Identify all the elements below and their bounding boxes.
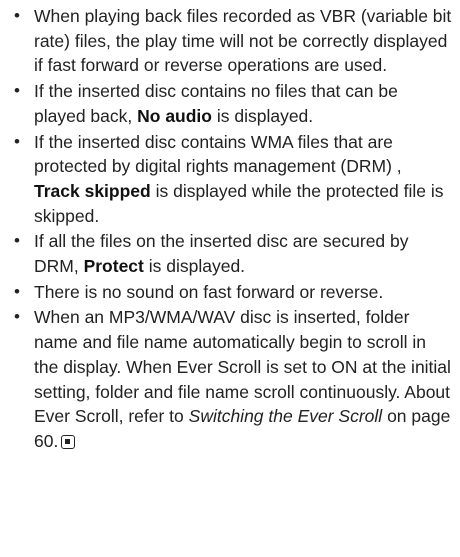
display-message-no-audio: No audio	[137, 105, 212, 126]
list-item: • When playing back files recorded as VB…	[12, 4, 452, 78]
bullet-marker: •	[14, 231, 20, 251]
bullet-marker: •	[14, 6, 20, 25]
bullet-marker: •	[14, 281, 20, 301]
list-item: • If all the files on the inserted disc …	[12, 229, 452, 278]
document-body: • When playing back files recorded as VB…	[0, 0, 460, 454]
list-item: • If the inserted disc contains WMA file…	[12, 130, 452, 229]
display-message-protect: Protect	[83, 256, 144, 277]
display-message-track-skipped: Track skipped	[34, 180, 151, 201]
list-item: • When an MP3/WMA/WAV disc is inserted, …	[12, 305, 452, 453]
cross-reference-link: Switching the Ever Scroll	[188, 406, 383, 427]
item-text: is displayed.	[143, 256, 246, 277]
item-text: When playing back files recorded as VBR …	[34, 6, 452, 76]
bullet-marker: •	[14, 81, 20, 101]
item-text: is displayed.	[211, 105, 314, 126]
notes-list: • When playing back files recorded as VB…	[12, 4, 452, 454]
list-item: • There is no sound on fast forward or r…	[12, 280, 452, 305]
section-end-icon	[61, 434, 76, 449]
item-text: There is no sound on fast forward or rev…	[34, 281, 384, 302]
item-text: If the inserted disc contains WMA files …	[34, 131, 402, 177]
bullet-marker: •	[14, 307, 20, 327]
list-item: • If the inserted disc contains no files…	[12, 79, 452, 128]
bullet-marker: •	[14, 131, 20, 151]
